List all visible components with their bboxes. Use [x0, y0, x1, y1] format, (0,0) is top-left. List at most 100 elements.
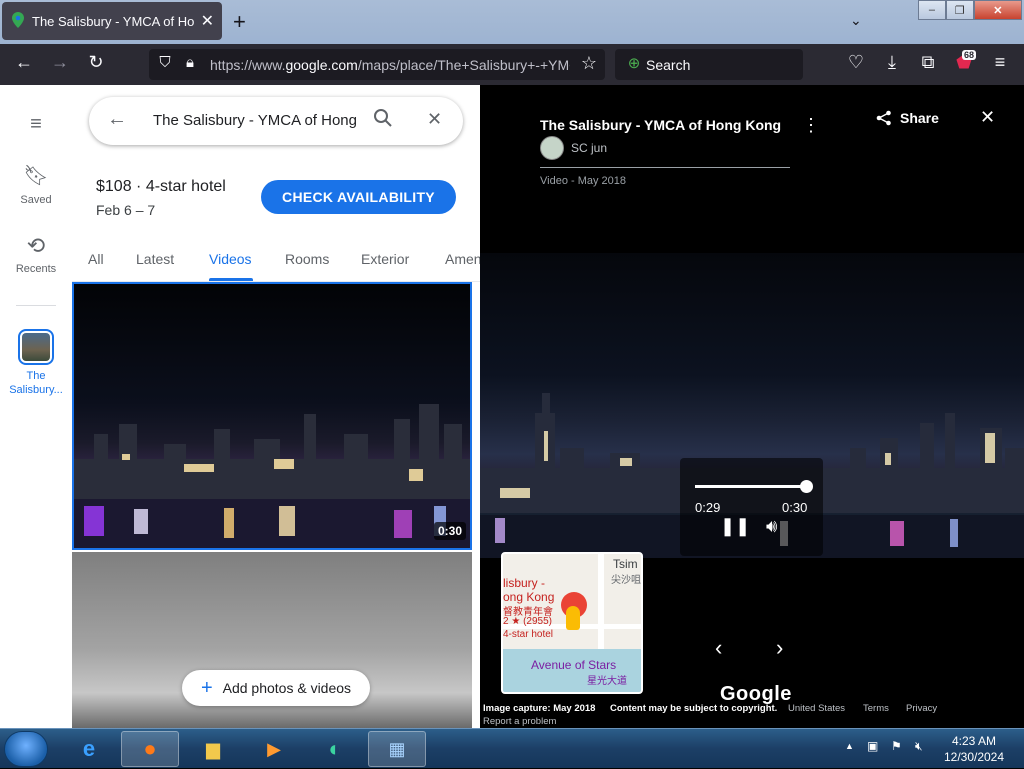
maps-favicon-icon	[12, 11, 24, 31]
rail-recent-place[interactable]: The Salisbury...	[0, 329, 72, 397]
pocket-icon[interactable]: ♡	[844, 52, 868, 73]
rail-divider	[16, 305, 56, 306]
url-text: https://www.google.com/maps/place/The+Sa…	[210, 57, 570, 73]
control-panel-icon[interactable]: ▦	[368, 731, 426, 767]
media-player-icon[interactable]: ▶	[245, 731, 303, 767]
new-tab-icon[interactable]: +	[233, 9, 246, 35]
extension-badge: 68	[962, 50, 977, 60]
taskbar-clock[interactable]: 4:23 AM 12/30/2024	[938, 733, 1010, 765]
tab-rooms[interactable]: Rooms	[285, 251, 329, 267]
clock-time: 4:23 AM	[951, 734, 997, 748]
start-button[interactable]	[4, 731, 48, 767]
rail-recents-label: Recents	[15, 263, 57, 275]
list-all-tabs-icon[interactable]: ⌄	[850, 12, 862, 29]
copyright-note: Content may be subject to copyright.	[610, 703, 778, 714]
share-icon	[876, 110, 891, 126]
add-photos-label: Add photos & videos	[222, 680, 352, 696]
search-placeholder: Search	[646, 57, 691, 73]
history-icon: ⟲	[26, 233, 46, 258]
browser-tab[interactable]: The Salisbury - YMCA of Hong Kong ✕	[2, 2, 222, 40]
reload-icon[interactable]: ↻	[84, 52, 108, 73]
shield-icon[interactable]: ⛉	[153, 54, 177, 71]
firefox-icon[interactable]: ●	[121, 731, 179, 767]
tab-amenities[interactable]: Amenities	[445, 251, 480, 267]
back-arrow-icon[interactable]: ←	[107, 108, 127, 131]
search-icon[interactable]	[373, 108, 393, 133]
bookmark-icon: 🔖︎	[23, 165, 49, 187]
url-bar[interactable]: ⛉ 🔒︎ https://www.google.com/maps/place/T…	[149, 49, 605, 80]
menu-icon[interactable]: ≡	[988, 52, 1012, 73]
progress-knob[interactable]	[799, 480, 813, 493]
active-tab-indicator	[209, 278, 253, 281]
search-engine-icon: ⊕	[627, 55, 641, 72]
network-icon[interactable]: ▣	[867, 739, 878, 753]
pegman-icon[interactable]	[566, 606, 580, 630]
downloads-icon[interactable]: ⤓	[880, 52, 904, 73]
next-icon[interactable]: ›	[776, 635, 783, 661]
map-label-tsim: Tsim	[613, 557, 638, 571]
share-button[interactable]: Share	[876, 110, 939, 126]
maps-search-input[interactable]: The Salisbury - YMCA of Hong Kong	[153, 112, 358, 129]
back-icon[interactable]: ←	[12, 52, 36, 73]
rail-saved[interactable]: 🔖︎ Saved	[0, 163, 72, 206]
more-options-icon[interactable]: ⋮	[802, 115, 820, 136]
tab-exterior[interactable]: Exterior	[361, 251, 409, 267]
maps-search-box[interactable]: ← The Salisbury - YMCA of Hong Kong ✕	[89, 97, 463, 145]
clear-search-icon[interactable]: ✕	[427, 109, 442, 130]
skyline-graphic	[74, 404, 470, 548]
tab-all[interactable]: All	[88, 251, 104, 267]
progress-track[interactable]	[695, 485, 809, 488]
map-label-tsim-cn: 尖沙咀	[611, 575, 641, 586]
web-search-box[interactable]: ⊕ Search	[615, 49, 803, 80]
stay-dates[interactable]: Feb 6 – 7	[96, 202, 155, 218]
volume-muted-icon[interactable]: 🔇︎	[915, 739, 923, 754]
add-photos-button[interactable]: + Add photos & videos	[182, 670, 370, 706]
map-label-avenue: Avenue of Stars	[531, 658, 617, 672]
place-thumbnail	[18, 329, 54, 365]
viewer-title: The Salisbury - YMCA of Hong Kong	[540, 117, 782, 133]
previous-icon[interactable]: ‹	[715, 635, 722, 661]
app-icon[interactable]: ◐	[306, 731, 364, 767]
restore-button[interactable]: ❐	[945, 0, 974, 20]
author-name: SC jun	[571, 141, 608, 155]
volume-icon[interactable]: 🔊︎	[766, 516, 777, 537]
maps-page: ≡ 🔖︎ Saved ⟲ Recents The Salisbury... ← …	[0, 85, 1024, 728]
tab-close-icon[interactable]: ✕	[201, 11, 214, 31]
window-close-button[interactable]: ✕	[973, 0, 1023, 20]
minimize-button[interactable]: –	[918, 0, 946, 20]
ie-icon[interactable]: e	[60, 731, 118, 767]
video-thumbnail-selected[interactable]: 0:30	[72, 282, 472, 550]
author-avatar	[540, 136, 564, 160]
privacy-link[interactable]: Privacy	[906, 703, 937, 714]
close-viewer-icon[interactable]: ✕	[980, 107, 995, 128]
terms-link[interactable]: Terms	[863, 703, 889, 714]
region-link[interactable]: United States	[788, 703, 845, 714]
hotel-price: $108 · 4-star hotel	[96, 178, 226, 195]
video-player[interactable]: 0:29 0:30 ❚❚ 🔊︎	[480, 253, 1024, 558]
check-availability-button[interactable]: CHECK AVAILABILITY	[261, 180, 456, 214]
media-tabs: All Latest Videos Rooms Exterior Ameniti…	[72, 234, 480, 282]
pause-icon[interactable]: ❚❚	[720, 516, 750, 537]
map-label-hotel-2: ong Kong	[503, 590, 555, 604]
total-time: 0:30	[782, 500, 808, 515]
hamburger-menu-icon[interactable]: ≡	[0, 113, 72, 136]
share-label: Share	[900, 110, 939, 126]
forward-icon[interactable]: →	[48, 52, 72, 73]
report-problem-link[interactable]: Report a problem	[483, 716, 556, 727]
flag-icon[interactable]: ⚑	[891, 739, 902, 753]
windows-taskbar: e ● ▆ ▶ ◐ ▦ ▲ ▣ ⚑ 🔇︎ 4:23 AM 12/30/2024	[0, 728, 1024, 768]
explorer-icon[interactable]: ▆	[184, 731, 242, 767]
plus-icon: +	[200, 676, 213, 699]
tab-latest[interactable]: Latest	[136, 251, 174, 267]
place-panel: ← The Salisbury - YMCA of Hong Kong ✕ $1…	[72, 85, 480, 728]
tab-title: The Salisbury - YMCA of Hong Kong	[32, 13, 194, 29]
rail-recents[interactable]: ⟲ Recents	[0, 233, 72, 275]
tray-expand-icon[interactable]: ▲	[845, 741, 854, 751]
playback-controls: 0:29 0:30 ❚❚ 🔊︎	[680, 458, 823, 556]
extensions-icon[interactable]: ⧉	[916, 52, 940, 73]
tab-videos[interactable]: Videos	[209, 251, 252, 267]
bookmark-star-icon[interactable]: ☆	[577, 53, 601, 74]
mini-map[interactable]: Tsim 尖沙咀 lisbury - ong Kong 督教青年會 2 ★ (2…	[501, 552, 643, 694]
author-row[interactable]: SC jun	[540, 136, 607, 160]
lock-icon[interactable]: 🔒︎	[178, 54, 202, 71]
